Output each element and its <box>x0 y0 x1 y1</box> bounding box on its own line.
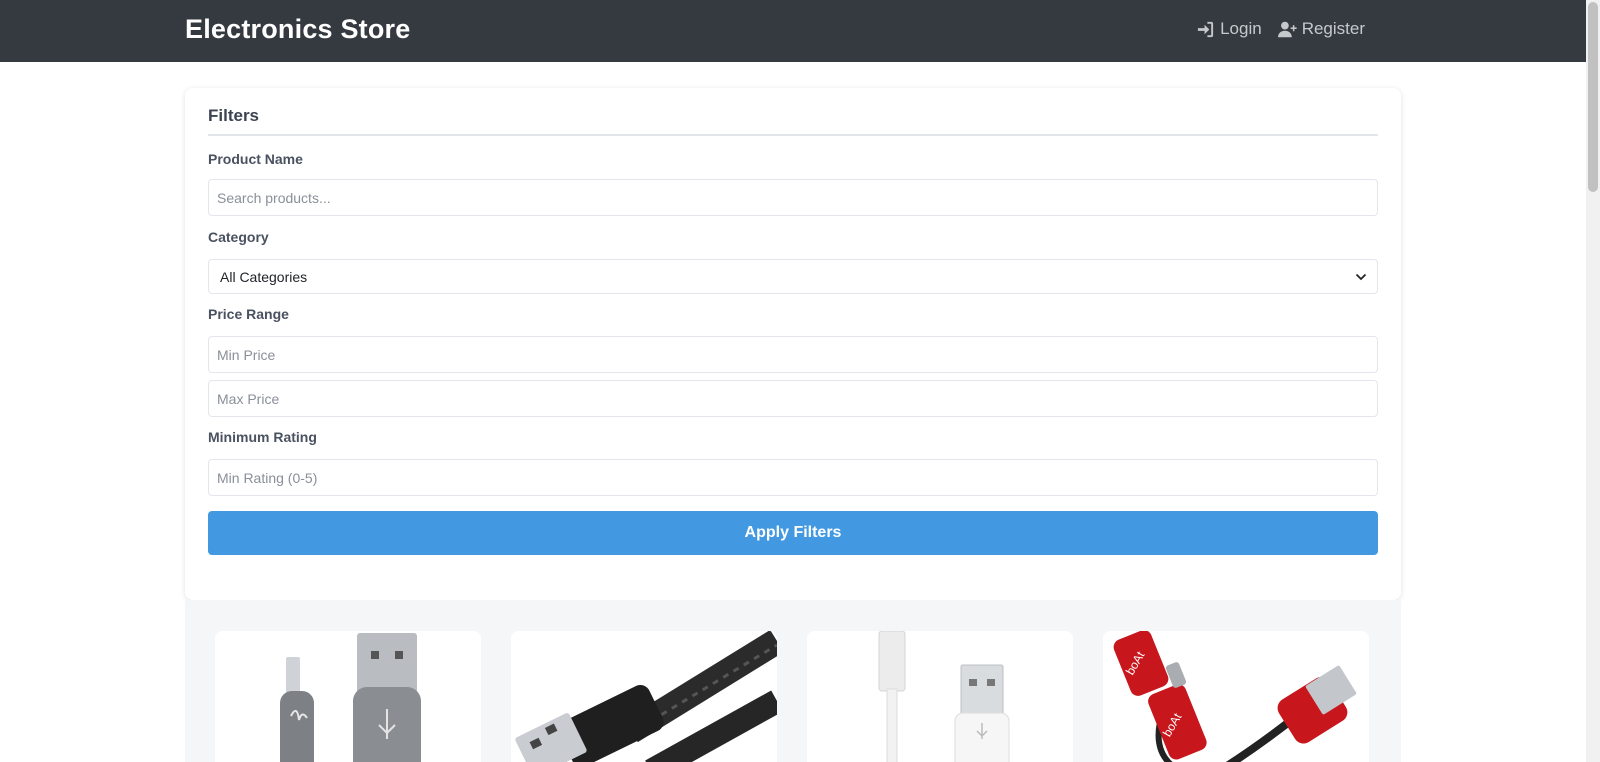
login-label: Login <box>1220 19 1262 38</box>
top-navbar: Electronics Store Login Register <box>0 0 1586 62</box>
product-name-input[interactable]: Search products... <box>208 179 1378 216</box>
product-image <box>807 631 1073 762</box>
product-image <box>511 631 777 762</box>
product-name-label: Product Name <box>208 151 303 167</box>
category-select[interactable]: All Categories <box>208 259 1378 294</box>
user-plus-icon <box>1277 21 1297 37</box>
filters-card: Filters Product Name Search products... … <box>185 88 1401 600</box>
product-card[interactable]: boAt boAt <box>1103 631 1369 762</box>
auth-nav: Login Register <box>1196 19 1365 39</box>
category-label: Category <box>208 229 269 245</box>
product-grid: boAt boAt <box>185 600 1401 762</box>
product-card[interactable] <box>807 631 1073 762</box>
register-label: Register <box>1301 19 1365 38</box>
chevron-down-icon <box>1355 273 1367 280</box>
brand-title[interactable]: Electronics Store <box>185 14 410 45</box>
product-image: boAt boAt <box>1103 631 1369 762</box>
max-price-input[interactable]: Max Price <box>208 380 1378 417</box>
minimum-rating-label: Minimum Rating <box>208 429 317 445</box>
login-link[interactable]: Login <box>1196 19 1262 39</box>
category-selected-value: All Categories <box>220 268 308 285</box>
price-range-label: Price Range <box>208 306 289 322</box>
product-card[interactable] <box>511 631 777 762</box>
apply-filters-button[interactable]: Apply Filters <box>208 511 1378 555</box>
sign-in-icon <box>1197 21 1214 37</box>
page-scrollbar[interactable] <box>1586 0 1600 762</box>
filters-title: Filters <box>208 106 260 125</box>
product-image <box>215 631 481 762</box>
filters-divider <box>208 134 1378 136</box>
register-link[interactable]: Register <box>1277 19 1365 39</box>
scrollbar-thumb[interactable] <box>1588 2 1598 192</box>
min-rating-input[interactable]: Min Rating (0-5) <box>208 459 1378 496</box>
min-price-input[interactable]: Min Price <box>208 336 1378 373</box>
product-card[interactable] <box>215 631 481 762</box>
